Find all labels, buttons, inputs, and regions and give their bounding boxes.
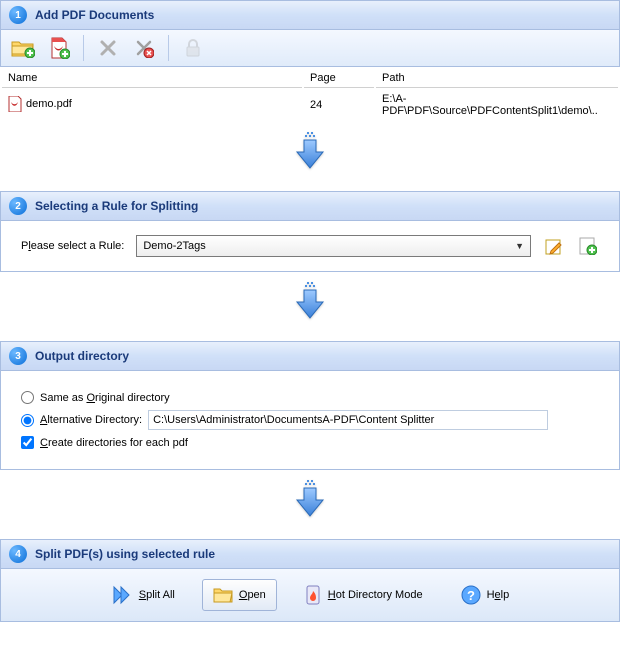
col-page[interactable]: Page [304, 69, 374, 88]
create-dirs-label[interactable]: Create directories for each pdf [40, 437, 188, 449]
rule-selected: Demo-2Tags [143, 240, 205, 252]
alt-dir-radio[interactable] [21, 414, 34, 427]
col-name[interactable]: Name [2, 69, 302, 88]
hot-icon [304, 584, 322, 606]
table-row[interactable]: demo.pdf 24 E:\A-PDF\PDF\Source\PDFConte… [2, 90, 618, 120]
delete-all-button[interactable] [128, 34, 160, 62]
step3-body: Same as Original directory Alternative D… [0, 371, 620, 470]
alt-dir-input[interactable] [148, 410, 548, 430]
step4-header: 4 Split PDF(s) using selected rule [0, 539, 620, 569]
split-all-button[interactable]: Split All [100, 577, 186, 613]
alt-dir-label[interactable]: Alternative Directory: [40, 414, 142, 426]
chevron-down-icon: ▼ [515, 241, 524, 251]
rule-select[interactable]: Demo-2Tags ▼ [136, 235, 531, 257]
step2-badge: 2 [9, 197, 27, 215]
add-pdf-button[interactable] [43, 34, 75, 62]
toolbar-separator [168, 35, 169, 61]
col-path[interactable]: Path [376, 69, 618, 88]
step3-badge: 3 [9, 347, 27, 365]
file-name: demo.pdf [26, 98, 72, 110]
same-dir-label[interactable]: Same as Original directory [40, 392, 170, 404]
step3-header: 3 Output directory [0, 341, 620, 371]
same-dir-radio[interactable] [21, 391, 34, 404]
step1-title: Add PDF Documents [35, 8, 154, 22]
lock-button[interactable] [177, 34, 209, 62]
step2-header: 2 Selecting a Rule for Splitting [0, 191, 620, 221]
edit-rule-button[interactable] [543, 235, 565, 257]
help-button[interactable]: ? Help [450, 578, 521, 612]
file-path: E:\A-PDF\PDF\Source\PDFContentSplit1\dem… [376, 90, 618, 120]
step2-body: Please select a Rule: Demo-2Tags ▼ [0, 221, 620, 272]
help-icon: ? [461, 585, 481, 605]
step1-toolbar [0, 30, 620, 67]
add-rule-button[interactable] [577, 235, 599, 257]
step4-title: Split PDF(s) using selected rule [35, 547, 215, 561]
create-dirs-checkbox[interactable] [21, 436, 34, 449]
svg-text:?: ? [467, 588, 475, 603]
arrow-down-icon [0, 272, 620, 341]
hot-directory-button[interactable]: Hot Directory Mode [293, 577, 434, 613]
arrow-down-icon [0, 122, 620, 191]
step2-title: Selecting a Rule for Splitting [35, 199, 198, 213]
step1-badge: 1 [9, 6, 27, 24]
add-folder-button[interactable] [7, 34, 39, 62]
toolbar-separator [83, 35, 84, 61]
open-button[interactable]: Open [202, 579, 277, 611]
folder-open-icon [213, 586, 233, 604]
documents-table: Name Page Path demo.pdf 24 E:\A-PDF\PDF\… [0, 67, 620, 122]
step1-header: 1 Add PDF Documents [0, 0, 620, 30]
pdf-file-icon: demo.pdf [8, 96, 72, 112]
action-bar: Split All Open Hot Directory Mode ? Help [0, 569, 620, 622]
step3-title: Output directory [35, 349, 129, 363]
delete-button[interactable] [92, 34, 124, 62]
play-icon [111, 584, 133, 606]
file-page: 24 [304, 90, 374, 120]
step4-badge: 4 [9, 545, 27, 563]
arrow-down-icon [0, 470, 620, 539]
rule-label: Please select a Rule: [21, 240, 124, 252]
